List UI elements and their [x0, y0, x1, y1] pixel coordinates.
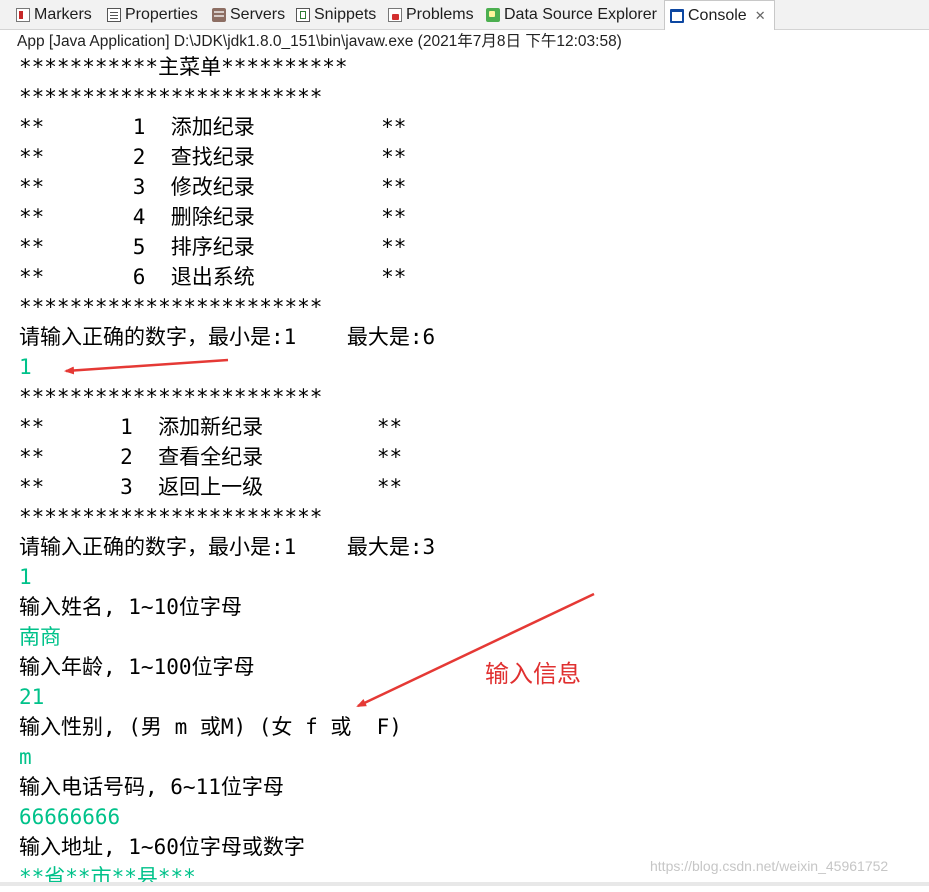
- annotation-arrows: [64, 358, 595, 708]
- arrow-to-menu-input: [64, 358, 229, 375]
- watermark: https://blog.csdn.net/weixin_45961752: [650, 858, 889, 874]
- arrow-to-info-input: [356, 592, 595, 708]
- horizontal-scrollbar[interactable]: [0, 882, 929, 886]
- annotation-label: 输入信息: [485, 660, 581, 688]
